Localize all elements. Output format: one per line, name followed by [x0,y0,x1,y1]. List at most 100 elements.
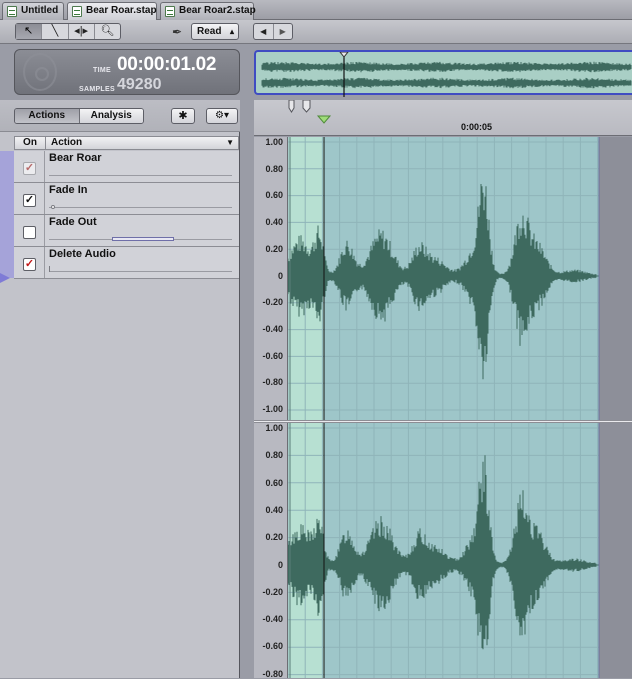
y-axis-tick-label: 0.40 [265,217,283,228]
panel-tab-control: Actions Analysis [14,108,144,124]
asterisk-button[interactable]: ✱ [171,108,195,124]
tab-label: Bear Roar2.stap [179,5,256,16]
y-axis-tick-label: -0.20 [262,586,283,597]
asterisk-icon: ✱ [178,110,188,122]
action-name: Delete Audio [49,248,116,260]
automation-mode-value: Read [197,26,222,37]
y-axis-tick-label: 0.20 [265,532,283,543]
zoom-tool-icon[interactable]: 🔍︎ [95,24,120,39]
time-value: 00:00:01.02 [117,54,217,75]
time-display: TIME 00:00:01.02 SAMPLES 49280 [14,49,240,95]
action-range-knob[interactable] [51,205,55,209]
actions-panel: Actions Analysis ✱ ⚙▾ On Action ▼ ✓ Bear… [0,100,240,678]
audio-file-icon [72,6,82,17]
audio-file-icon [165,6,175,17]
action-checkbox[interactable]: ✓ [23,194,36,207]
y-axis-tick-label: 0 [277,559,283,570]
waveform-channel-2[interactable] [288,423,632,678]
action-name: Fade In [49,184,88,196]
action-checkbox[interactable]: ✓ [23,258,36,271]
channel-2-waveform [288,423,632,678]
pencil-tool-icon[interactable]: ╲ [42,24,69,39]
column-on[interactable]: On [15,137,46,149]
time-label: TIME [93,67,111,74]
tab-actions[interactable]: Actions [15,109,80,123]
action-row-delete-audio[interactable]: ✓ Delete Audio [14,247,239,279]
ruler-marks [288,99,632,137]
y-axis-tick-label: 0.60 [265,477,283,488]
actions-table-header: On Action ▼ [14,136,239,150]
y-axis-tick-label: -0.80 [262,668,283,679]
tab-bear-roar[interactable]: Bear Roar.stap [67,2,157,20]
y-axis-channel-1: 1.00 0.80 0.60 0.40 0.20 0 -0.20 -0.40 -0.60 -0.8… [254,137,288,420]
y-axis-tick-label: 0.40 [265,504,283,515]
action-range-marker[interactable] [112,237,174,241]
toolbar: ↖ ╲ ◂|▸ 🔍︎ ✒ Read ▴ ◀ ▶ [0,20,632,44]
automation-mode-select[interactable]: Read ▴ [191,23,239,40]
samples-label: SAMPLES [79,86,115,93]
panel-header: Actions Analysis ✱ ⚙▾ [0,100,240,132]
document-tab-bar: Untitled Bear Roar.stap Bear Roar2.stap [0,0,632,20]
timeline-ruler[interactable]: 0:00:05 [254,99,632,137]
action-row-fade-out[interactable]: Fade Out [14,215,239,247]
column-action[interactable]: Action [51,137,82,149]
y-axis-tick-label: 0.60 [265,190,283,201]
y-axis-tick-label: 0.20 [265,243,283,254]
y-axis-tick-label: -0.60 [262,350,283,361]
document-icon [7,6,17,17]
waveform-overview[interactable] [254,50,632,97]
y-axis-channel-2: 1.00 0.80 0.60 0.40 0.20 0 -0.20 -0.40 -0.60 -0.8… [254,423,288,679]
action-name: Bear Roar [49,152,102,164]
overview-waveform [261,52,632,97]
y-axis-tick-label: -0.20 [262,297,283,308]
on-cell: ✓ [14,183,45,214]
on-cell: ✓ [14,247,45,278]
actions-list: ✓ Bear Roar ✓ Fade In Fade Out ✓ Delete … [14,151,239,279]
current-action-pointer [0,273,10,283]
samples-value: 49280 [117,76,162,93]
action-checkbox[interactable] [23,226,36,239]
y-axis-tick-label: -0.60 [262,641,283,652]
action-track [49,207,232,208]
history-nav: ◀ ▶ [253,23,293,40]
pin-icon[interactable]: ✒ [172,25,182,39]
y-axis-tick-label: 0.80 [265,163,283,174]
fade-out-marker-icon[interactable] [302,99,311,113]
gear-icon: ⚙▾ [215,110,229,121]
fade-in-marker-icon[interactable] [288,99,295,113]
on-cell [14,215,45,246]
y-axis-tick-label: -0.80 [262,377,283,388]
y-axis-tick-label: -1.00 [262,404,283,414]
action-track [49,175,232,176]
on-cell: ✓ [14,151,45,182]
tab-untitled[interactable]: Untitled [2,2,64,20]
disc-icon [23,53,57,91]
action-row-fade-in[interactable]: ✓ Fade In [14,183,239,215]
gear-menu-button[interactable]: ⚙▾ [206,108,238,124]
tab-label: Untitled [21,5,59,16]
y-axis-tick-label: -0.40 [262,323,283,334]
sort-arrow-icon[interactable]: ▼ [226,137,234,149]
forward-arrow-icon[interactable]: ▶ [274,24,293,39]
tool-selector: ↖ ╲ ◂|▸ 🔍︎ [15,23,121,40]
arrow-tool-icon[interactable]: ↖ [16,24,43,39]
action-row-bear-roar[interactable]: ✓ Bear Roar [14,151,239,183]
y-axis-tick-label: -0.40 [262,614,283,625]
scrub-tool-icon[interactable]: ◂|▸ [69,24,95,39]
y-axis-tick-label: 0 [277,270,283,281]
playhead-marker-icon[interactable] [316,115,332,124]
y-axis-tick-label: 1.00 [265,137,283,147]
back-arrow-icon[interactable]: ◀ [254,24,274,39]
waveform-channel-1[interactable] [288,137,632,420]
ruler-time-label: 0:00:05 [461,122,493,132]
tab-label: Bear Roar.stap [86,5,157,16]
tab-analysis[interactable]: Analysis [79,109,143,123]
updown-arrows-icon: ▴ [229,27,234,36]
action-track [49,271,232,272]
tab-bear-roar2[interactable]: Bear Roar2.stap [160,2,256,20]
waveform-editor: 0:00:05 1.00 0.80 0.60 0.40 0.20 0 -0.20 -0.40 -… [254,99,632,679]
action-checkbox[interactable]: ✓ [23,162,36,175]
selection-stripe [0,151,14,278]
action-range-tick [49,266,50,272]
channel-1-waveform [288,137,632,420]
